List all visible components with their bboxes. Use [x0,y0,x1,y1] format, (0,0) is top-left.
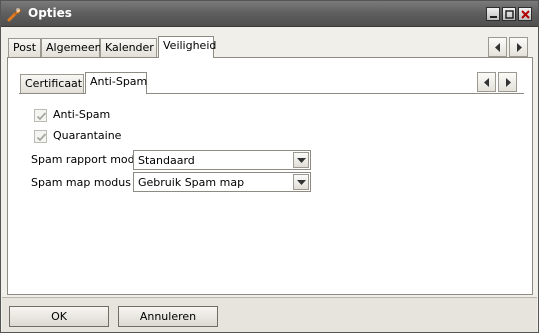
tab-scroll-buttons [488,37,528,57]
tab-algemeen[interactable]: Algemeen [41,38,102,57]
maximize-icon [505,10,514,19]
spam-report-mode-label: Spam rapport modus [31,153,148,166]
options-window: Opties Post Algemeen Kalender Veiligheid… [0,0,539,333]
quarantaine-checkbox[interactable] [34,130,47,143]
tab-label: Algemeen [46,41,102,54]
tab-anti-spam[interactable]: Anti-Spam [85,72,147,94]
tab-label: Certificaat [25,77,83,90]
tab-veiligheid[interactable]: Veiligheid [158,36,217,58]
tab-label: Post [13,41,37,54]
title-bar[interactable]: Opties [1,1,538,27]
veiligheid-panel: Certificaat Anti-Spam Anti-Spam Quaranta… [7,57,533,295]
spam-map-mode-select[interactable]: Gebruik Spam map [133,172,311,192]
subtab-scroll-left-button[interactable] [477,72,496,92]
quarantaine-label: Quarantaine [53,129,122,142]
cancel-button[interactable]: Annuleren [118,306,218,327]
tab-label: Anti-Spam [90,75,148,88]
select-value: Standaard [138,154,195,167]
chevron-down-icon [297,180,306,185]
subtab-scroll-buttons [477,72,517,92]
spam-report-mode-select[interactable]: Standaard [133,150,311,170]
maximize-button[interactable] [502,7,516,21]
wrench-icon [5,5,23,23]
subtab-scroll-right-button[interactable] [498,72,517,92]
dropdown-button[interactable] [293,174,309,190]
tab-post[interactable]: Post [8,38,41,57]
arrow-left-icon [484,78,489,87]
tab-scroll-right-button[interactable] [509,37,528,57]
checkmark-icon [36,112,47,121]
tab-certificaat[interactable]: Certificaat [20,74,84,93]
tab-scroll-left-button[interactable] [488,37,507,57]
dialog-footer: OK Annuleren [2,297,537,332]
close-button[interactable] [518,7,532,21]
ok-button-label: OK [51,310,67,323]
cancel-button-label: Annuleren [139,310,197,323]
tab-label: Veiligheid [163,39,217,52]
dropdown-button[interactable] [293,152,309,168]
antispam-label: Anti-Spam [53,108,111,121]
select-value: Gebruik Spam map [138,176,245,189]
window-title: Opties [28,6,72,20]
arrow-right-icon [517,43,522,52]
ok-button[interactable]: OK [9,306,109,327]
arrow-left-icon [495,43,500,52]
minimize-icon [490,16,497,18]
tab-kalender[interactable]: Kalender [100,38,157,57]
checkmark-icon [36,133,47,142]
arrow-right-icon [506,78,511,87]
tab-label: Kalender [105,41,154,54]
close-icon [521,10,530,19]
spam-map-mode-label: Spam map modus [31,176,131,189]
antispam-checkbox[interactable] [34,109,47,122]
dialog-content: Post Algemeen Kalender Veiligheid Certif… [2,28,537,296]
minimize-button[interactable] [486,7,500,21]
chevron-down-icon [297,158,306,163]
